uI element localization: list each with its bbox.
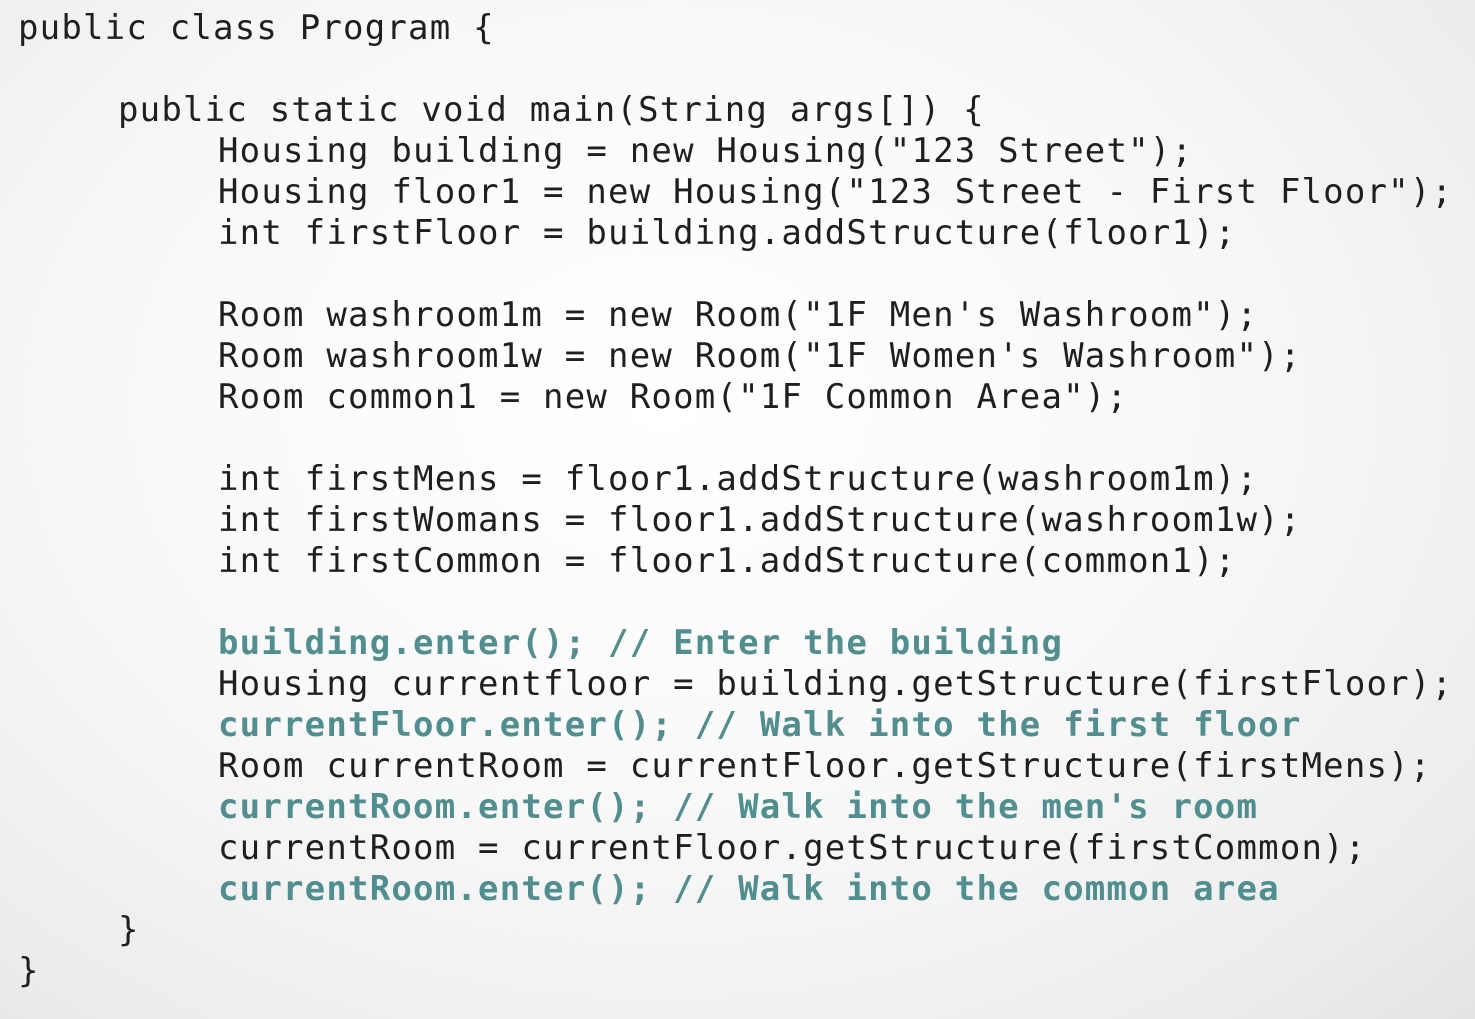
- code-line-firstfloor: int firstFloor = building.addStructure(f…: [218, 213, 1237, 253]
- code-line-close-main: }: [118, 910, 140, 950]
- code-line-washroom1m: Room washroom1m = new Room("1F Men's Was…: [218, 295, 1259, 335]
- code-line-class-declaration: public class Program {: [18, 8, 495, 48]
- code-line-enter-building-comment: building.enter(); // Enter the building: [218, 623, 1064, 663]
- code-line-enter-floor-comment: currentFloor.enter(); // Walk into the f…: [218, 705, 1302, 745]
- code-line-firstmens: int firstMens = floor1.addStructure(wash…: [218, 459, 1259, 499]
- code-line-currentfloor: Housing currentfloor = building.getStruc…: [218, 664, 1454, 704]
- code-line-common1: Room common1 = new Room("1F Common Area"…: [218, 377, 1129, 417]
- code-line-building: Housing building = new Housing("123 Stre…: [218, 131, 1194, 171]
- code-line-firstwomans: int firstWomans = floor1.addStructure(wa…: [218, 500, 1302, 540]
- code-line-enter-common-comment: currentRoom.enter(); // Walk into the co…: [218, 869, 1280, 909]
- code-line-currentroom-mens: Room currentRoom = currentFloor.getStruc…: [218, 746, 1432, 786]
- code-slide: public class Program { public static voi…: [0, 0, 1475, 1019]
- code-line-floor1: Housing floor1 = new Housing("123 Street…: [218, 172, 1454, 212]
- code-line-washroom1w: Room washroom1w = new Room("1F Women's W…: [218, 336, 1302, 376]
- code-line-firstcommon: int firstCommon = floor1.addStructure(co…: [218, 541, 1237, 581]
- code-line-currentroom-common: currentRoom = currentFloor.getStructure(…: [218, 828, 1367, 868]
- code-line-enter-mens-comment: currentRoom.enter(); // Walk into the me…: [218, 787, 1259, 827]
- code-line-main-declaration: public static void main(String args[]) {: [118, 90, 985, 130]
- code-line-close-class: }: [18, 951, 40, 991]
